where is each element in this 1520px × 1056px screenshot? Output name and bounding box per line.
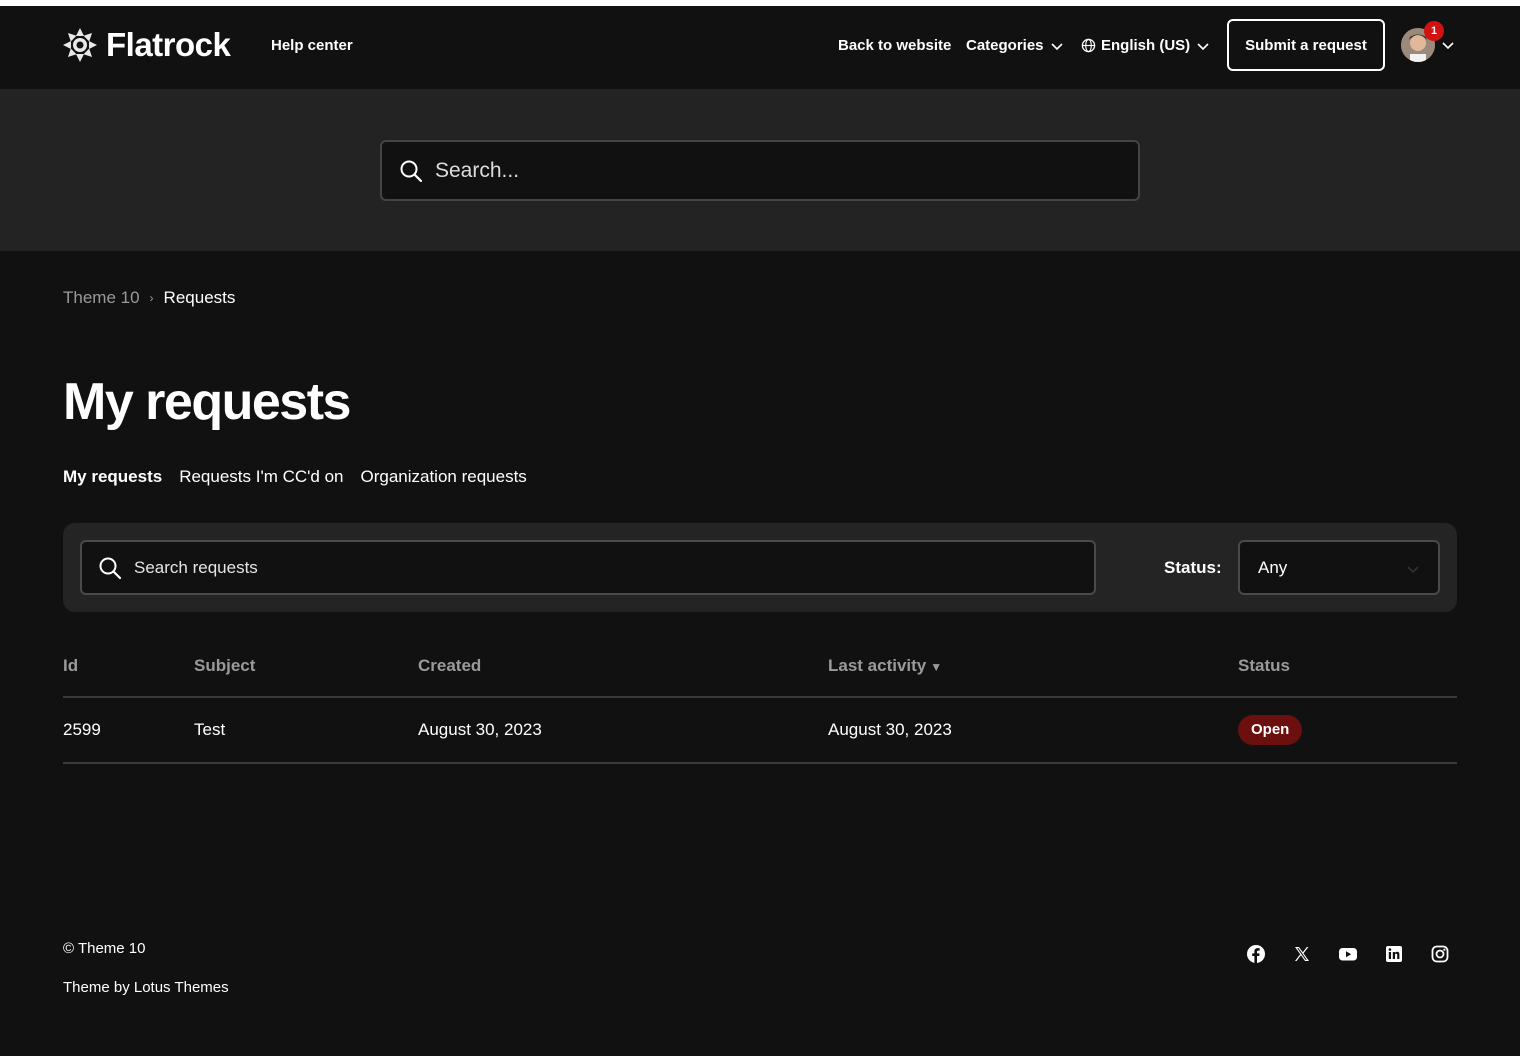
status-filter-label: Status: xyxy=(1164,558,1222,577)
column-header-subject[interactable]: Subject xyxy=(194,636,418,698)
status-filter-value: Any xyxy=(1258,558,1288,577)
chevron-down-icon xyxy=(1197,42,1209,50)
breadcrumb-separator: › xyxy=(149,291,154,305)
request-subject-link[interactable]: Test xyxy=(194,720,225,739)
facebook-icon[interactable] xyxy=(1246,944,1266,964)
footer-copyright: © Theme 10 xyxy=(63,940,146,957)
column-header-label: Created xyxy=(418,656,482,675)
chevron-down-icon xyxy=(1050,42,1063,50)
social-links xyxy=(1246,944,1450,964)
flatrock-logo-icon xyxy=(63,28,97,62)
tab-my-requests[interactable]: My requests xyxy=(63,467,162,487)
column-header-label: Id xyxy=(63,656,79,675)
column-header-label: Last activity xyxy=(828,656,927,675)
hero-search-box[interactable] xyxy=(380,140,1140,201)
breadcrumb-current: Requests xyxy=(163,288,236,307)
categories-label: Categories xyxy=(966,37,1044,54)
linkedin-icon[interactable] xyxy=(1384,944,1404,964)
table-header-row: Id Subject Created Last activity ▼ Status xyxy=(63,636,1457,698)
breadcrumb-root-link[interactable]: Theme 10 xyxy=(63,288,140,308)
language-dropdown[interactable]: English (US) xyxy=(1081,37,1210,54)
column-header-label: Subject xyxy=(194,656,256,675)
column-header-label: Status xyxy=(1238,656,1290,675)
globe-icon xyxy=(1081,38,1096,53)
youtube-icon[interactable] xyxy=(1338,944,1358,964)
column-header-last-activity[interactable]: Last activity ▼ xyxy=(828,636,1238,698)
hero-search-input[interactable] xyxy=(435,158,1138,183)
breadcrumb: Theme 10 › Requests xyxy=(63,288,235,308)
request-id: 2599 xyxy=(63,697,194,764)
submit-request-button[interactable]: Submit a request xyxy=(1227,19,1385,71)
tab-organization-requests[interactable]: Organization requests xyxy=(360,467,526,487)
search-icon xyxy=(400,160,423,182)
request-search-box[interactable] xyxy=(80,540,1096,595)
user-menu[interactable]: 1 xyxy=(1401,21,1457,64)
table-row[interactable]: 2599 Test August 30, 2023 August 30, 202… xyxy=(63,697,1457,764)
language-label: English (US) xyxy=(1101,37,1191,54)
logo-text: Flatrock xyxy=(106,26,231,63)
column-header-created[interactable]: Created xyxy=(418,636,828,698)
column-header-id[interactable]: Id xyxy=(63,636,194,698)
status-badge: Open xyxy=(1238,715,1303,745)
column-header-status[interactable]: Status xyxy=(1238,636,1457,698)
request-search-input[interactable] xyxy=(134,557,1094,578)
search-icon xyxy=(99,557,122,579)
footer-byline: Theme by Lotus Themes xyxy=(63,979,229,996)
x-icon[interactable] xyxy=(1292,944,1312,964)
top-navigation-bar: Flatrock Help center Back to website Cat… xyxy=(0,6,1520,89)
request-last-activity: August 30, 2023 xyxy=(828,697,1238,764)
chevron-down-icon xyxy=(1407,566,1419,574)
instagram-icon[interactable] xyxy=(1430,944,1450,964)
back-to-website-label: Back to website xyxy=(838,37,952,54)
tab-requests-cc[interactable]: Requests I'm CC'd on xyxy=(179,467,343,487)
filter-panel: Status: Any xyxy=(63,523,1457,612)
page-title: My requests xyxy=(63,373,351,431)
categories-dropdown[interactable]: Categories xyxy=(966,37,1064,54)
back-to-website-link[interactable]: Back to website xyxy=(838,37,951,54)
request-created: August 30, 2023 xyxy=(418,697,828,764)
chevron-down-icon xyxy=(1442,42,1454,50)
logo[interactable]: Flatrock xyxy=(62,26,231,63)
request-tabs: My requests Requests I'm CC'd on Organiz… xyxy=(63,467,544,487)
status-filter-select[interactable]: Any xyxy=(1238,540,1440,595)
sort-desc-icon: ▼ xyxy=(930,660,943,674)
hero-search-section xyxy=(0,89,1520,251)
help-center-label: Help center xyxy=(271,37,353,54)
requests-table: Id Subject Created Last activity ▼ Status… xyxy=(63,636,1457,764)
